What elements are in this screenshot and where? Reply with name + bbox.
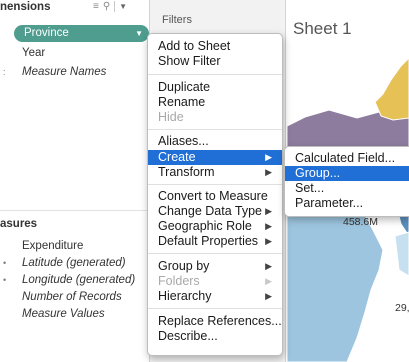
measure-field-expenditure[interactable]: Expenditure [22,240,83,252]
list-view-icon[interactable]: ≡ [93,1,99,12]
field-label: Province [24,27,69,39]
menu-item-add-to-sheet[interactable]: Add to Sheet [158,39,282,54]
menu-item-hierarchy[interactable]: Hierarchy ▶ [158,289,282,304]
toolbar-divider [114,1,116,12]
menu-item-parameter[interactable]: Parameter... [285,196,409,211]
menu-separator [148,253,282,254]
menu-item-create[interactable]: Create ▶ [148,150,282,165]
map-region-light [394,231,409,277]
measure-field-latitude[interactable]: Latitude (generated) [22,257,126,269]
submenu-arrow-icon: ▶ [265,261,272,271]
submenu-arrow-icon: ▶ [265,291,272,301]
bullet-icon: : [3,67,6,77]
submenu-arrow-icon: ▶ [265,152,272,162]
menu-item-label: Geographic Role [158,219,252,233]
pane-divider [0,210,150,211]
field-context-menu: Add to Sheet Show Filter Duplicate Renam… [147,33,283,356]
menu-item-label: Change Data Type [158,204,263,218]
submenu-arrow-icon: ▶ [265,221,272,231]
sheet-title: Sheet 1 [293,19,352,38]
dimensions-toolbar: ≡ ⚲ ▼ [93,1,127,12]
menu-item-default-properties[interactable]: Default Properties ▶ [158,234,282,249]
filters-shelf-label[interactable]: Filters [162,14,192,26]
menu-item-label: Hierarchy [158,289,212,303]
menu-separator [148,184,282,185]
menu-item-change-data-type[interactable]: Change Data Type ▶ [158,204,282,219]
menu-separator [148,308,282,309]
menu-separator [148,74,282,75]
menu-item-rename[interactable]: Rename [158,95,282,110]
submenu-arrow-icon: ▶ [265,206,272,216]
menu-item-transform[interactable]: Transform ▶ [158,165,282,180]
chevron-down-icon[interactable]: ▼ [135,25,143,42]
search-icon[interactable]: ⚲ [103,1,110,12]
measures-header: asures [0,218,38,230]
menu-item-group-by[interactable]: Group by ▶ [158,259,282,274]
dimension-field-year[interactable]: Year [22,47,45,59]
dimension-field-province[interactable]: Province ▼ [14,25,149,42]
measure-field-longitude[interactable]: Longitude (generated) [22,274,135,286]
menu-item-geographic-role[interactable]: Geographic Role ▶ [158,219,282,234]
menu-item-convert-to-measure[interactable]: Convert to Measure [158,189,282,204]
menu-item-label: Folders [158,274,200,288]
menu-item-replace-references[interactable]: Replace References... [158,314,282,329]
dimension-field-measure-names[interactable]: Measure Names [22,66,106,78]
menu-item-calculated-field[interactable]: Calculated Field... [285,151,409,166]
map-data-label: 458.6M [343,216,379,228]
menu-item-folders: Folders ▶ [158,274,282,289]
menu-item-label: Create [158,150,196,164]
menu-item-hide: Hide [158,110,184,124]
bullet-icon: • [3,275,7,285]
menu-item-show-filter[interactable]: Show Filter [158,54,282,69]
create-submenu: Calculated Field... Group... Set... Para… [284,146,409,217]
menu-item-label: Default Properties [158,234,259,248]
dimensions-header: nensions [0,1,51,13]
menu-item-label: Group by [158,259,210,273]
data-pane: nensions ≡ ⚲ ▼ Province ▼ Year : Measure… [0,0,150,362]
measure-field-measure-values[interactable]: Measure Values [22,308,105,320]
map-region-gold [374,57,409,121]
menu-item-describe[interactable]: Describe... [158,329,282,344]
submenu-arrow-icon: ▶ [265,167,272,177]
menu-item-aliases[interactable]: Aliases... [158,134,282,149]
bullet-icon: • [3,258,7,268]
map-data-label: 29,6 [395,302,409,314]
measure-field-number-of-records[interactable]: Number of Records [22,291,122,303]
chevron-down-icon[interactable]: ▼ [119,2,127,11]
menu-item-set[interactable]: Set... [285,181,409,196]
menu-item-group[interactable]: Group... [285,166,409,181]
menu-item-label: Transform [158,165,215,179]
submenu-arrow-icon: ▶ [265,276,272,286]
submenu-arrow-icon: ▶ [265,236,272,246]
menu-separator [148,129,282,130]
menu-item-duplicate[interactable]: Duplicate [158,80,282,95]
